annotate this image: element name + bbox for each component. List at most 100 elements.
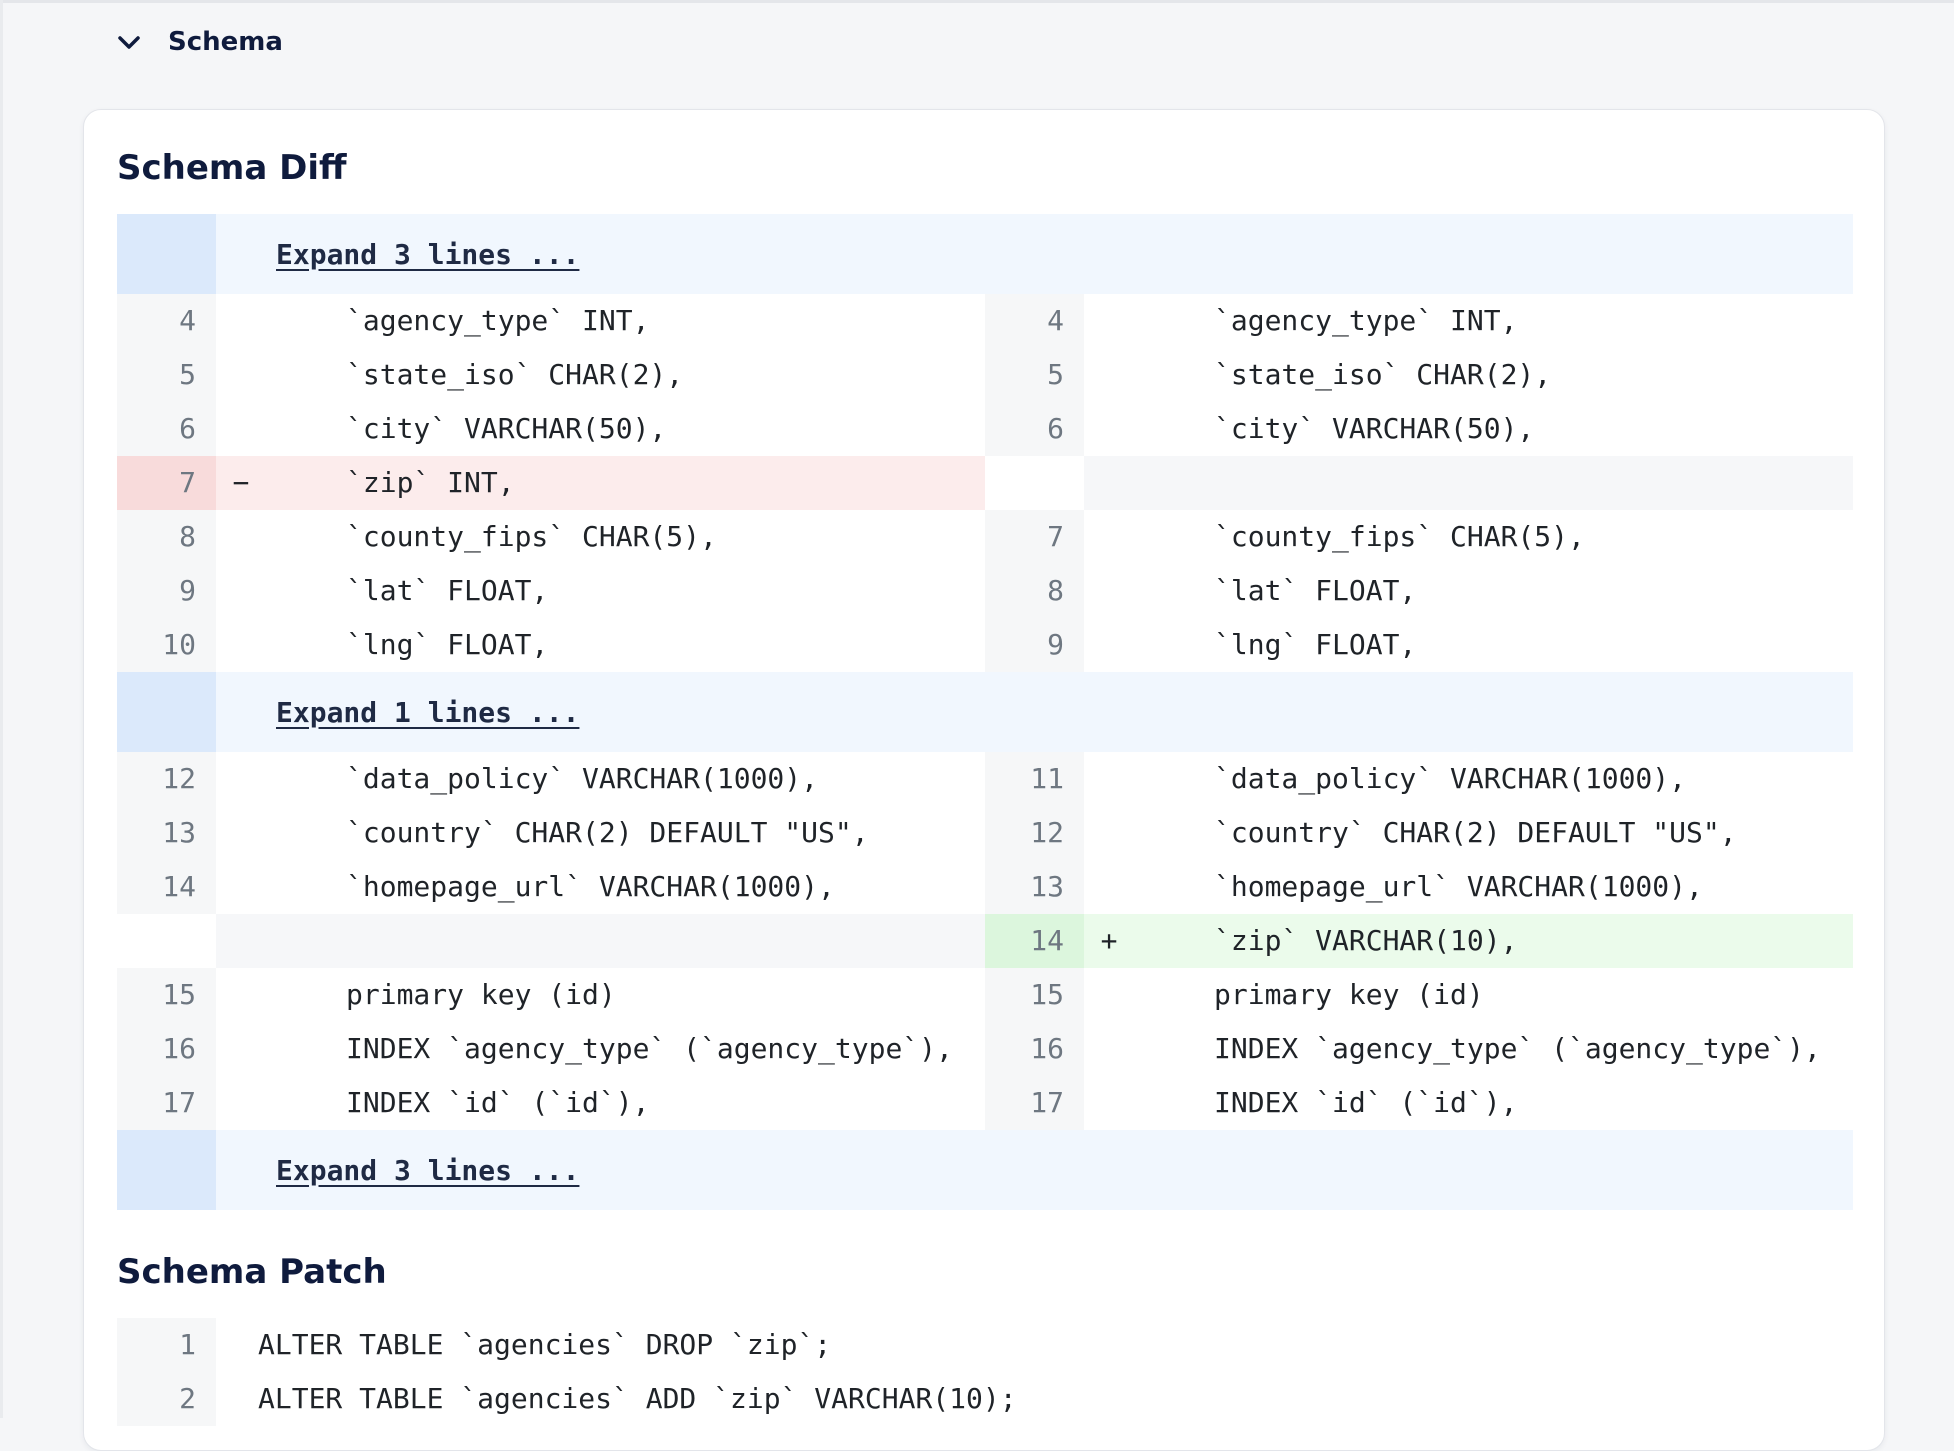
right-pane: 11 `data_policy` VARCHAR(1000), — [985, 752, 1853, 806]
expand-lines-link[interactable]: Expand 3 lines ... — [276, 1154, 579, 1187]
left-pane: 7− `zip` INT, — [117, 456, 985, 510]
diff-marker — [1084, 456, 1134, 510]
right-pane: 17 INDEX `id` (`id`), — [985, 1076, 1853, 1130]
code-line: `state_iso` CHAR(2), — [346, 358, 684, 391]
diff-row-added: 14 + `zip` VARCHAR(10), — [117, 914, 1853, 968]
diff-row: 13 `country` CHAR(2) DEFAULT "US", 12 `coun… — [117, 806, 1853, 860]
code-line: `homepage_url` VARCHAR(1000), — [1214, 870, 1703, 903]
schema-section-toggle[interactable]: Schema — [110, 20, 283, 64]
diff-marker — [1084, 752, 1134, 806]
diff-row: 12 `data_policy` VARCHAR(1000), 11 `data_po… — [117, 752, 1853, 806]
code-line: ALTER TABLE `agencies` DROP `zip`; — [258, 1328, 832, 1361]
line-number: 13 — [985, 860, 1084, 914]
line-number: 13 — [117, 806, 216, 860]
left-pane: 10 `lng` FLOAT, — [117, 618, 985, 672]
left-pane: 9 `lat` FLOAT, — [117, 564, 985, 618]
line-number: 9 — [117, 564, 216, 618]
code-line: `lng` FLOAT, — [1214, 628, 1417, 661]
line-number: 17 — [985, 1076, 1084, 1130]
diff-marker — [1084, 860, 1134, 914]
diff-marker — [1084, 618, 1134, 672]
diff-marker — [216, 860, 266, 914]
patch-line: 1 ALTER TABLE `agencies` DROP `zip`; — [117, 1318, 1853, 1372]
line-number: 4 — [117, 294, 216, 348]
diff-marker — [216, 618, 266, 672]
code-line: `state_iso` CHAR(2), — [1214, 358, 1552, 391]
code-line: `country` CHAR(2) DEFAULT "US", — [346, 816, 869, 849]
diff-row: 5 `state_iso` CHAR(2), 5 `state_iso` CHAR(2… — [117, 348, 1853, 402]
code-line: INDEX `id` (`id`), — [1214, 1086, 1518, 1119]
diff-marker — [216, 294, 266, 348]
diff-row: 9 `lat` FLOAT, 8 `lat` FLOAT, — [117, 564, 1853, 618]
diff-row: 16 INDEX `agency_type` (`agency_type`), 16… — [117, 1022, 1853, 1076]
code-line: `data_policy` VARCHAR(1000), — [1214, 762, 1687, 795]
diff-marker — [1084, 806, 1134, 860]
left-pane: 6 `city` VARCHAR(50), — [117, 402, 985, 456]
code-line: INDEX `agency_type` (`agency_type`), — [346, 1032, 953, 1065]
diff-row: 4 `agency_type` INT, 4 `agency_type` INT, — [117, 294, 1853, 348]
expand-row: Expand 1 lines ... — [117, 672, 1853, 752]
code-line — [1134, 456, 1853, 510]
code-line — [266, 914, 985, 968]
line-number: 16 — [985, 1022, 1084, 1076]
right-pane: 14 + `zip` VARCHAR(10), — [985, 914, 1853, 968]
line-number: 12 — [117, 752, 216, 806]
chevron-down-icon[interactable] — [110, 23, 148, 61]
code-line: INDEX `agency_type` (`agency_type`), — [1214, 1032, 1821, 1065]
line-number: 7 — [985, 510, 1084, 564]
expand-lines-link[interactable]: Expand 3 lines ... — [276, 238, 579, 271]
code-line: `city` VARCHAR(50), — [346, 412, 667, 445]
schema-diff-table: Expand 3 lines ... 4 `agency_type` INT, 4 `a… — [117, 214, 1853, 1210]
left-pane: 4 `agency_type` INT, — [117, 294, 985, 348]
line-number: 14 — [985, 914, 1084, 968]
code-line: `county_fips` CHAR(5), — [346, 520, 717, 553]
line-number: 8 — [117, 510, 216, 564]
left-pane: 15 primary key (id) — [117, 968, 985, 1022]
line-number: 1 — [117, 1318, 216, 1372]
left-pane: 5 `state_iso` CHAR(2), — [117, 348, 985, 402]
expand-lines-link[interactable]: Expand 1 lines ... — [276, 696, 579, 729]
diff-marker — [216, 806, 266, 860]
line-number: 6 — [117, 402, 216, 456]
line-number: 10 — [117, 618, 216, 672]
code-line: primary key (id) — [346, 978, 616, 1011]
expand-body: Expand 3 lines ... — [216, 214, 1853, 294]
code-line: `agency_type` INT, — [346, 304, 650, 337]
code-line: `agency_type` INT, — [1214, 304, 1518, 337]
line-number: 16 — [117, 1022, 216, 1076]
diff-row: 8 `county_fips` CHAR(5), 7 `county_fips` CH… — [117, 510, 1853, 564]
code-line: primary key (id) — [1214, 978, 1484, 1011]
schema-diff-title: Schema Diff — [117, 148, 347, 188]
diff-marker — [1084, 402, 1134, 456]
diff-row: 6 `city` VARCHAR(50), 6 `city` VARCHAR(50), — [117, 402, 1853, 456]
diff-marker — [216, 1022, 266, 1076]
diff-marker — [1084, 294, 1134, 348]
right-pane: 4 `agency_type` INT, — [985, 294, 1853, 348]
line-number: 4 — [985, 294, 1084, 348]
top-border — [0, 0, 1954, 3]
diff-marker — [216, 914, 266, 968]
right-pane: 16 INDEX `agency_type` (`agency_type`), — [985, 1022, 1853, 1076]
code-line: `country` CHAR(2) DEFAULT "US", — [1214, 816, 1737, 849]
expand-gutter — [117, 1130, 216, 1210]
diff-row: 10 `lng` FLOAT, 9 `lng` FLOAT, — [117, 618, 1853, 672]
right-pane: 15 primary key (id) — [985, 968, 1853, 1022]
left-pane: 14 `homepage_url` VARCHAR(1000), — [117, 860, 985, 914]
code-line: `data_policy` VARCHAR(1000), — [346, 762, 819, 795]
diff-marker — [1084, 1076, 1134, 1130]
code-line: `lat` FLOAT, — [346, 574, 549, 607]
code-line: `lat` FLOAT, — [1214, 574, 1417, 607]
line-number: 12 — [985, 806, 1084, 860]
diff-row: 14 `homepage_url` VARCHAR(1000), 13 `homepa… — [117, 860, 1853, 914]
line-number — [985, 456, 1084, 510]
diff-row-deleted: 7− `zip` INT, — [117, 456, 1853, 510]
diff-marker: − — [216, 456, 266, 510]
diff-marker — [1084, 348, 1134, 402]
expand-gutter — [117, 214, 216, 294]
left-pane: 13 `country` CHAR(2) DEFAULT "US", — [117, 806, 985, 860]
left-pane: 16 INDEX `agency_type` (`agency_type`), — [117, 1022, 985, 1076]
code-line: `homepage_url` VARCHAR(1000), — [346, 870, 835, 903]
diff-marker — [216, 968, 266, 1022]
line-number: 15 — [117, 968, 216, 1022]
right-pane: 6 `city` VARCHAR(50), — [985, 402, 1853, 456]
